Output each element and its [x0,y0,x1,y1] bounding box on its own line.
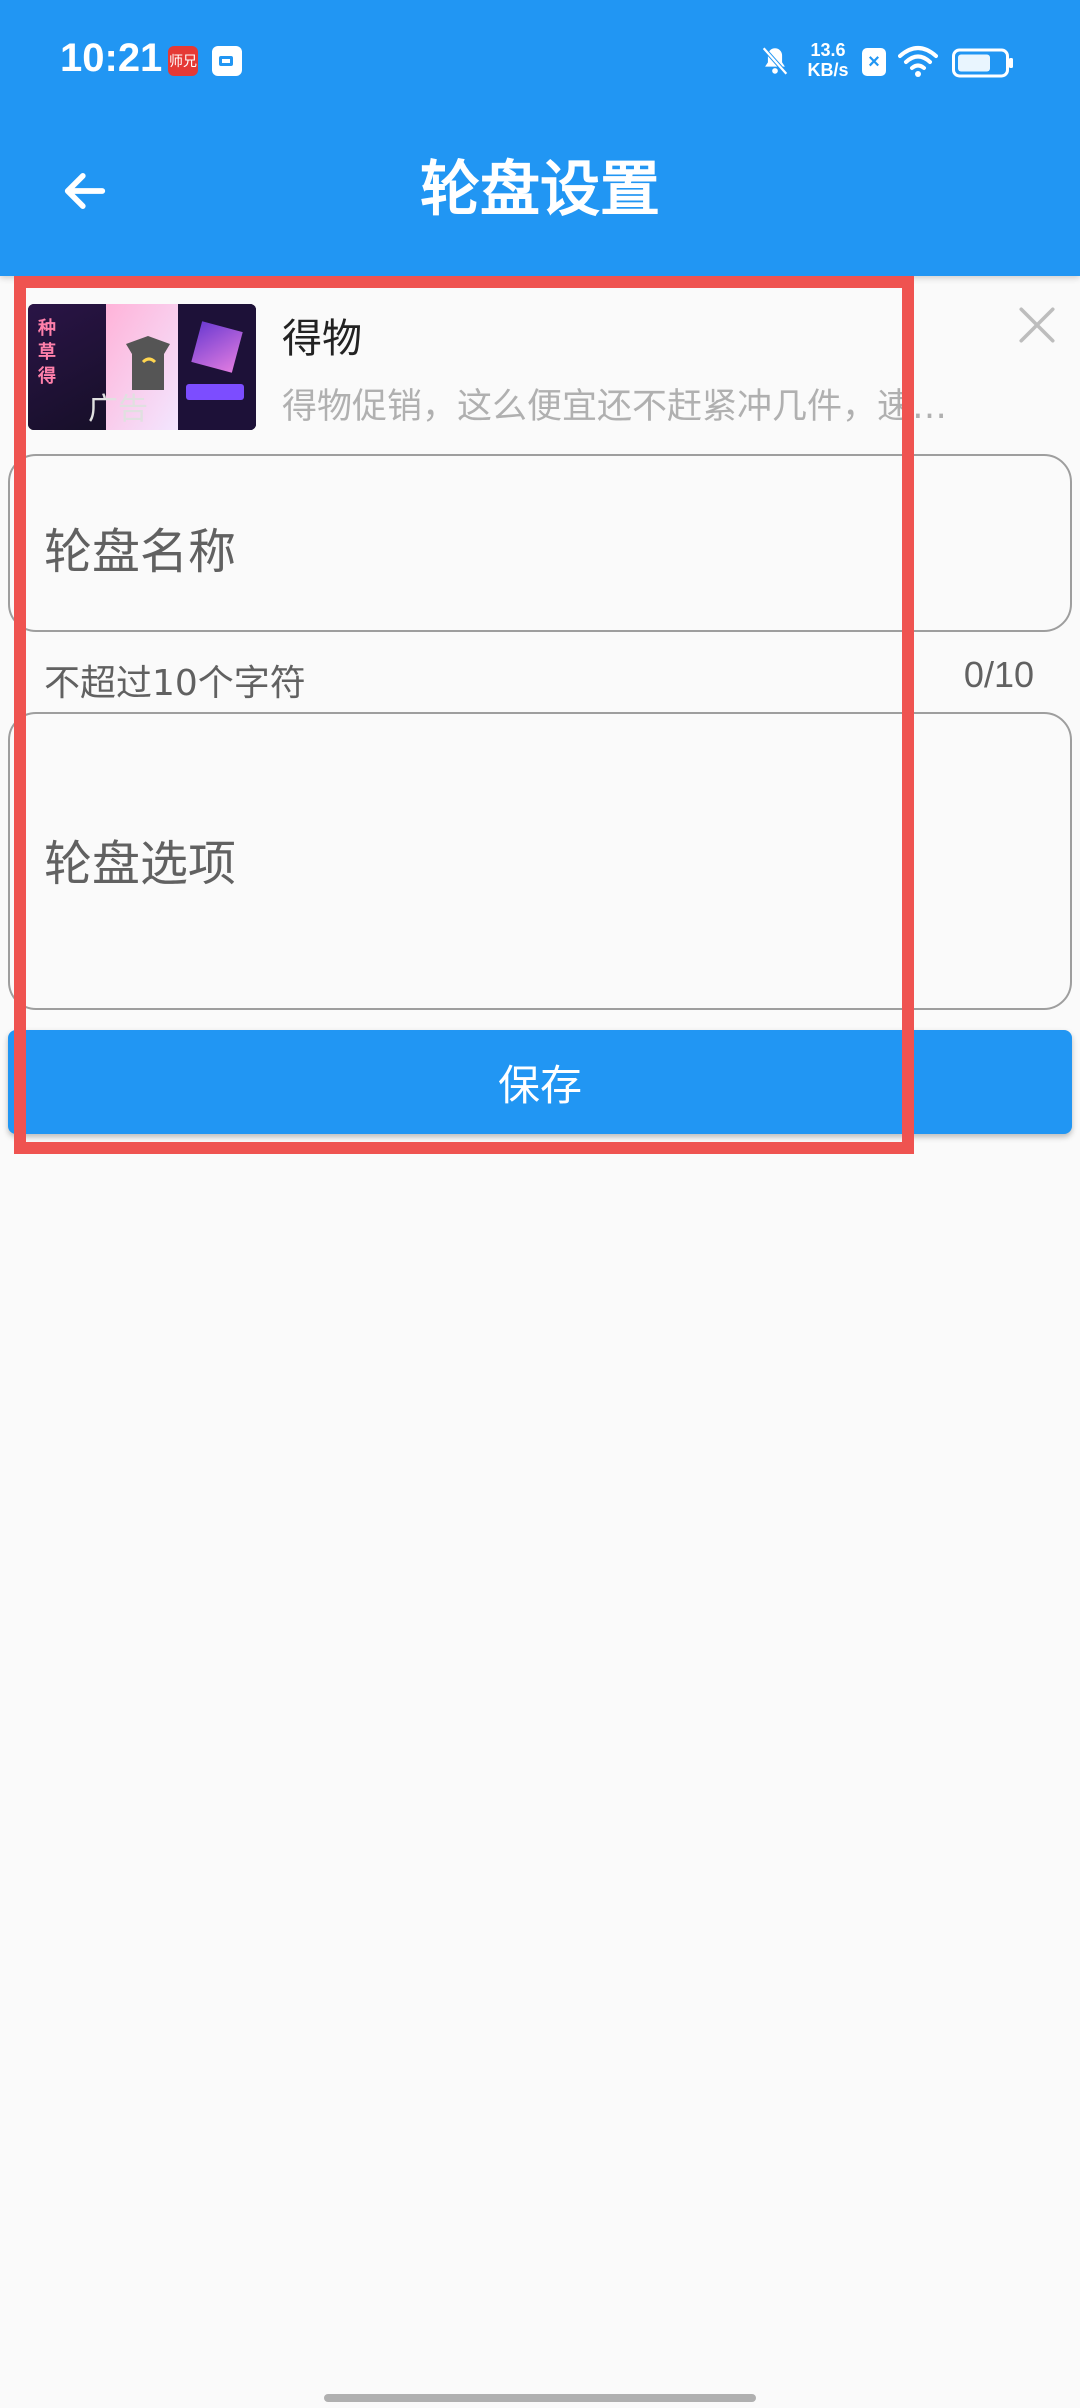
wheel-name-char-counter: 0/10 [963,654,1034,695]
ad-description[interactable]: 得物促销，这么便宜还不赶紧冲几件，速… [282,378,994,429]
wifi-icon [898,46,938,77]
wheel-name-input[interactable]: 轮盘名称 [8,454,1072,632]
calendar-notification-icon [212,46,242,76]
close-icon [1019,307,1055,343]
status-time: 10:21 [60,36,163,80]
wheel-name-helper-text: 不超过10个字符 [44,663,306,704]
app-notification-icon: 师兄 [168,46,198,76]
network-speed-value: 13.6 [810,40,846,60]
svg-text:草: 草 [38,341,56,363]
status-bar: 10:21 师兄 13.6 KB/s × [0,0,1080,130]
network-speed-unit: KB/s [807,60,849,80]
ad-title[interactable]: 得物 [282,306,362,364]
wheel-options-input[interactable]: 轮盘选项 [8,712,1072,1010]
ad-image[interactable]: 种 草 得 广告 [28,304,256,430]
ad-close-button[interactable] [1010,298,1064,352]
network-speed: 13.6 KB/s [800,40,856,80]
ad-label: 广告 [88,392,148,427]
bell-muted-icon [762,46,788,76]
app-bar: 10:21 师兄 13.6 KB/s × 轮盘设置 [0,0,1080,276]
ad-banner[interactable]: 种 草 得 广告 得物 得物促销，这么便宜还不赶紧冲几件，速… [28,296,1068,442]
svg-text:得: 得 [37,365,56,387]
x-status-icon: × [862,48,886,76]
wheel-options-placeholder: 轮盘选项 [44,836,237,892]
wheel-name-placeholder: 轮盘名称 [44,524,237,580]
svg-text:种: 种 [37,317,56,339]
save-button[interactable]: 保存 [8,1030,1072,1134]
home-indicator[interactable] [324,2394,756,2402]
page-title: 轮盘设置 [420,155,660,225]
battery-icon [952,48,1013,78]
